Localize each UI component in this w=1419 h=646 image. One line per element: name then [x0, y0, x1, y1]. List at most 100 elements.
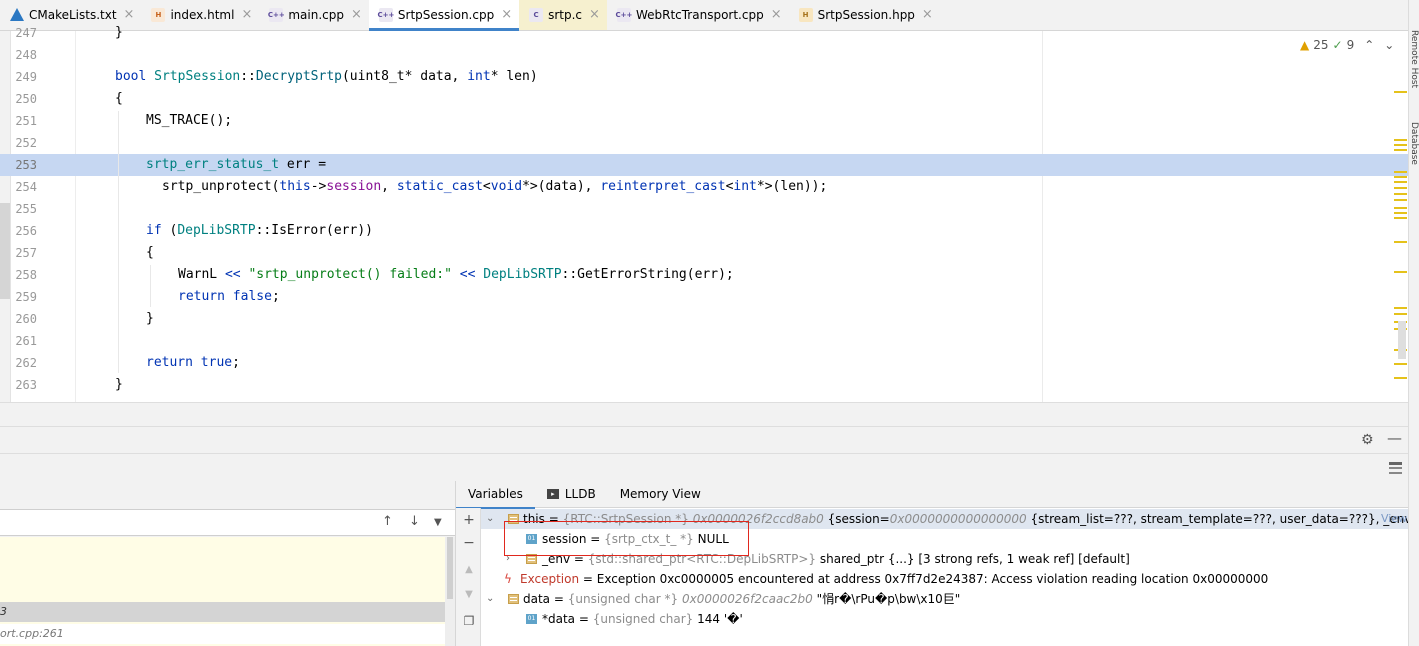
- debug-toolbar: [0, 454, 1408, 481]
- variables-panel: Variables ▸ LLDB Memory View + − ▲ ▼ ❐ ⌄ …: [456, 481, 1408, 646]
- warning-marker: [1394, 199, 1407, 201]
- code-line-258[interactable]: 258 WarnL << "srtp_unprotect() failed:" …: [0, 264, 1408, 286]
- namespace-name: DepLibSRTP: [475, 267, 562, 282]
- tab-memory-view[interactable]: Memory View: [608, 481, 713, 508]
- code-line-250[interactable]: 250 {: [0, 88, 1408, 110]
- remove-watch-icon[interactable]: −: [461, 535, 477, 551]
- code-line-249[interactable]: 249 bool SrtpSession::DecryptSrtp(uint8_…: [0, 66, 1408, 88]
- scrollbar-thumb[interactable]: [1398, 321, 1406, 359]
- remote-host-tool[interactable]: Remote Host: [1409, 30, 1419, 88]
- variable-address: 0x0000026f2caac2b0: [678, 592, 813, 606]
- warning-marker: [1394, 377, 1407, 379]
- warning-marker: [1394, 271, 1407, 273]
- operator: <<: [459, 267, 476, 282]
- variable-type: {unsigned char}: [592, 612, 694, 626]
- close-icon[interactable]: ×: [124, 7, 135, 22]
- line-number: 263: [15, 378, 37, 392]
- frame-item-selected[interactable]: 3: [0, 602, 445, 622]
- tab-label: SrtpSession.cpp: [397, 7, 495, 22]
- keyword: static_cast: [396, 179, 483, 194]
- variable-row-data[interactable]: ⌄ data = {unsigned char *} 0x0000026f2ca…: [481, 589, 1408, 609]
- args: (uint8_t* data,: [341, 69, 468, 84]
- close-icon[interactable]: ×: [922, 7, 933, 22]
- chevron-down-icon[interactable]: ⌄: [486, 509, 494, 529]
- code-line-256[interactable]: 256 if (DepLibSRTP::IsError(err)): [0, 220, 1408, 242]
- variable-name: data: [523, 592, 551, 606]
- warning-marker: [1394, 307, 1407, 309]
- editor-bottom-splitter[interactable]: [0, 402, 1408, 426]
- code-part: *>(data),: [522, 179, 601, 194]
- close-icon[interactable]: ×: [351, 7, 362, 22]
- previous-highlight-icon[interactable]: ⌃: [1364, 38, 1374, 52]
- keyword: return: [178, 289, 225, 304]
- code-line-263[interactable]: 263 }: [0, 374, 1408, 396]
- variable-row-data-deref[interactable]: 01 *data = {unsigned char} 144 '�': [481, 609, 1408, 629]
- code-line-262[interactable]: 262 return true;: [0, 352, 1408, 374]
- line-number: 259: [15, 290, 37, 304]
- line-number: 253: [15, 158, 37, 172]
- move-down-icon[interactable]: ▼: [461, 589, 477, 600]
- variable-row-exception[interactable]: ϟ Exception = Exception 0xc0000005 encou…: [481, 569, 1408, 589]
- code-line-253-current[interactable]: 253 srtp_err_status_t err =: [0, 154, 1408, 176]
- frame-label: 3: [0, 605, 7, 618]
- tab-variables[interactable]: Variables: [456, 481, 535, 509]
- frames-scrollbar[interactable]: [445, 537, 455, 646]
- code-line-251[interactable]: 251 MS_TRACE();: [0, 110, 1408, 132]
- warning-count: 25: [1313, 38, 1329, 52]
- keyword: if: [146, 223, 162, 238]
- warning-icon: ▲: [1300, 38, 1310, 52]
- inspection-widget[interactable]: ▲ 25 ✓ 9 ⌃ ⌄: [1300, 38, 1394, 52]
- code-part: ::GetErrorString(err);: [561, 267, 734, 282]
- variable-value: shared_ptr {...} [3 strong refs, 1 weak …: [816, 552, 1130, 566]
- dropdown-triangle-icon[interactable]: ▼: [434, 517, 442, 528]
- hide-icon[interactable]: —: [1387, 429, 1402, 447]
- view-link[interactable]: View: [1381, 509, 1407, 529]
- add-watch-icon[interactable]: +: [461, 512, 477, 528]
- scrollbar-thumb[interactable]: [447, 537, 453, 599]
- code-line-252[interactable]: 252: [0, 132, 1408, 154]
- code-line-247[interactable]: 247 }: [0, 22, 1408, 44]
- warning-marker: [1394, 241, 1407, 243]
- warning-marker: [1394, 139, 1407, 141]
- variable-value: {session=: [823, 512, 890, 526]
- line-number: 261: [15, 334, 37, 348]
- code-line-259[interactable]: 259 return false;: [0, 286, 1408, 308]
- close-icon[interactable]: ×: [501, 7, 512, 22]
- code-text: }: [115, 25, 123, 40]
- code-line-255[interactable]: 255: [0, 198, 1408, 220]
- frame-item[interactable]: ort.cpp:261: [0, 624, 445, 644]
- line-number: 262: [15, 356, 37, 370]
- warning-marker: [1394, 171, 1407, 173]
- debug-tool-window-header: ⚙ —: [0, 426, 1408, 454]
- arrow-down-icon[interactable]: ↓: [409, 514, 420, 529]
- field-icon: [508, 594, 519, 604]
- code-line-261[interactable]: 261: [0, 330, 1408, 352]
- debug-tabs: Variables ▸ LLDB Memory View: [456, 481, 1408, 509]
- operator: <<: [224, 267, 241, 282]
- chevron-down-icon[interactable]: ⌄: [486, 589, 494, 609]
- code-line-260[interactable]: 260 }: [0, 308, 1408, 330]
- code-line-254[interactable]: 254 srtp_unprotect(this->session, static…: [0, 176, 1408, 198]
- move-up-icon[interactable]: ▲: [461, 564, 477, 575]
- tab-lldb[interactable]: ▸ LLDB: [535, 481, 608, 508]
- code-line-257[interactable]: 257 {: [0, 242, 1408, 264]
- close-icon[interactable]: ×: [241, 7, 252, 22]
- copy-icon[interactable]: ❐: [461, 614, 477, 628]
- database-tool[interactable]: Database: [1409, 122, 1419, 165]
- warning-marker: [1394, 207, 1407, 209]
- error-stripe[interactable]: [1392, 31, 1408, 402]
- layout-settings-icon[interactable]: [1389, 462, 1402, 474]
- code-line-248[interactable]: 248: [0, 44, 1408, 66]
- code-part: WarnL: [178, 267, 225, 282]
- close-icon[interactable]: ×: [589, 7, 600, 22]
- close-icon[interactable]: ×: [771, 7, 782, 22]
- code-text: MS_TRACE();: [146, 113, 233, 128]
- arrow-up-icon[interactable]: ↑: [382, 514, 393, 529]
- code-editor[interactable]: 247 } 248 249 bool SrtpSession::DecryptS…: [0, 25, 1408, 402]
- gear-icon[interactable]: ⚙: [1361, 432, 1374, 448]
- code-text: srtp_unprotect(this->session, static_cas…: [162, 176, 827, 198]
- cpp-file-icon: C++: [377, 7, 394, 22]
- variable-value: Exception 0xc0000005 encountered at addr…: [596, 572, 1269, 586]
- code-text: return true;: [146, 352, 240, 374]
- code-part: ;: [232, 355, 240, 370]
